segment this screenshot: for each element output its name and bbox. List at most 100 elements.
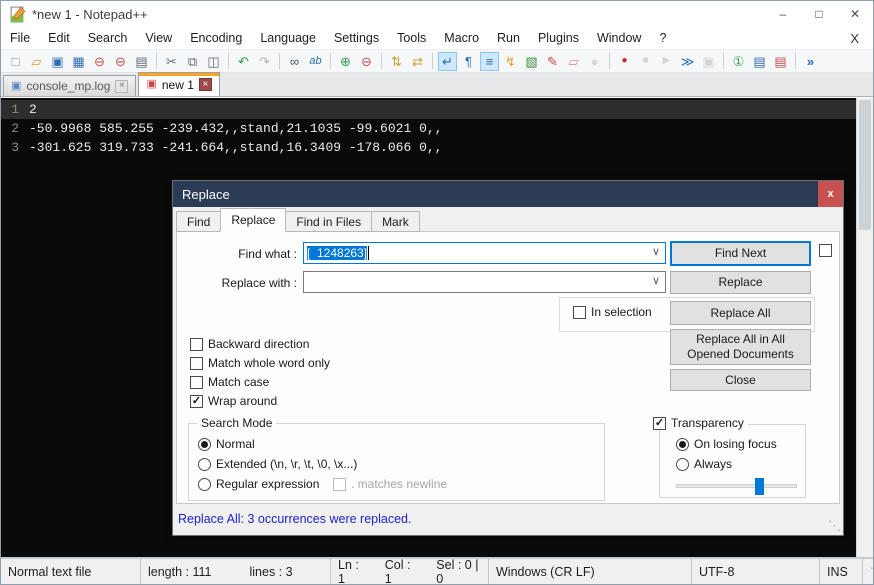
dialog-close-action-button[interactable]: Close <box>670 369 811 391</box>
dialog-status-message: Replace All: 3 occurrences were replaced… <box>178 512 411 526</box>
close-file-icon[interactable]: ⊖ <box>90 52 109 71</box>
window-resize-grip[interactable]: ⋱ <box>863 559 874 584</box>
minimize-button[interactable]: – <box>765 1 801 27</box>
replace-button[interactable]: Replace <box>670 271 811 294</box>
match-case-checkbox[interactable]: Match case <box>190 375 269 389</box>
copy-icon[interactable]: ⧉ <box>183 52 202 71</box>
combo-dropdown-icon[interactable]: ∨ <box>652 274 660 287</box>
find-next-button[interactable]: Find Next <box>670 241 811 266</box>
plugin-button-2-icon[interactable]: ▤ <box>750 52 769 71</box>
menu-search[interactable]: Search <box>79 29 137 47</box>
checkbox-check-icon: ✓ <box>653 417 666 430</box>
notepad-window: *new 1 - Notepad++ – □ ✕ File Edit Searc… <box>0 0 874 585</box>
checkbox-box <box>333 478 346 491</box>
cut-icon[interactable]: ✂ <box>162 52 181 71</box>
close-button[interactable]: ✕ <box>837 1 873 27</box>
paste-icon[interactable]: ◫ <box>204 52 223 71</box>
tab-replace[interactable]: Replace <box>220 208 286 232</box>
function-list-icon[interactable]: ✎ <box>543 52 562 71</box>
print-icon[interactable]: ▤ <box>132 52 151 71</box>
in-selection-checkbox[interactable]: In selection <box>573 305 652 319</box>
document-map-icon[interactable]: ▧ <box>522 52 541 71</box>
show-all-characters-icon[interactable]: ¶ <box>459 52 478 71</box>
menu-help[interactable]: ? <box>650 29 675 47</box>
editor-vertical-scrollbar[interactable] <box>856 98 873 557</box>
replace-all-open-docs-button[interactable]: Replace All in All Opened Documents <box>670 329 811 365</box>
search-mode-regex-radio[interactable]: Regular expression <box>198 477 319 491</box>
scrollbar-thumb[interactable] <box>859 100 871 230</box>
menu-window[interactable]: Window <box>588 29 650 47</box>
zoom-out-icon[interactable]: ⊖ <box>357 52 376 71</box>
sync-horizontal-icon[interactable]: ⇄ <box>408 52 427 71</box>
menu-run[interactable]: Run <box>488 29 529 47</box>
document-close-x[interactable]: X <box>850 31 859 46</box>
menu-file[interactable]: File <box>1 29 39 47</box>
status-eol-format[interactable]: Windows (CR LF) <box>489 559 692 584</box>
record-macro-icon[interactable]: ● <box>615 52 634 71</box>
document-monitor-icon[interactable]: ● <box>585 52 604 71</box>
tab-find-in-files[interactable]: Find in Files <box>285 211 372 232</box>
menu-settings[interactable]: Settings <box>325 29 388 47</box>
maximize-button[interactable]: □ <box>801 1 837 27</box>
transparency-slider[interactable] <box>676 484 797 488</box>
status-lines: lines : 3 <box>249 565 292 579</box>
tab-console-mp-log[interactable]: ▣ console_mp.log × <box>3 75 136 96</box>
indent-guide-icon[interactable]: ≡ <box>480 52 499 71</box>
status-typing-mode[interactable]: INS <box>820 559 863 584</box>
status-encoding[interactable]: UTF-8 <box>692 559 820 584</box>
dialog-resize-grip[interactable]: ⋱ <box>828 518 841 534</box>
word-wrap-icon[interactable]: ↵ <box>438 52 457 71</box>
tab-find[interactable]: Find <box>176 211 221 232</box>
run-macro-multiple-icon[interactable]: ≫ <box>678 52 697 71</box>
find-next-side-checkbox[interactable] <box>819 244 832 257</box>
undo-icon[interactable]: ↶ <box>234 52 253 71</box>
always-radio[interactable]: Always <box>676 457 732 471</box>
menu-macro[interactable]: Macro <box>435 29 488 47</box>
zoom-in-icon[interactable]: ⊕ <box>336 52 355 71</box>
dialog-close-button[interactable]: x <box>818 181 843 207</box>
checkbox-box <box>190 338 203 351</box>
folder-as-workspace-icon[interactable]: ▱ <box>564 52 583 71</box>
menu-encoding[interactable]: Encoding <box>181 29 251 47</box>
save-icon[interactable]: ▣ <box>48 52 67 71</box>
search-mode-normal-radio[interactable]: Normal <box>198 437 255 451</box>
wrap-around-checkbox[interactable]: ✓ Wrap around <box>190 394 277 408</box>
backward-direction-checkbox[interactable]: Backward direction <box>190 337 309 351</box>
open-file-icon[interactable]: ▱ <box>27 52 46 71</box>
close-all-icon[interactable]: ⊖ <box>111 52 130 71</box>
tab-new-1[interactable]: ▣ new 1 × <box>138 72 219 96</box>
replace-icon[interactable]: ab <box>306 52 325 71</box>
menu-edit[interactable]: Edit <box>39 29 79 47</box>
toolbar-separator <box>723 53 724 69</box>
replace-with-input[interactable]: ∨ <box>303 271 666 293</box>
stop-macro-icon[interactable]: ■ <box>636 52 655 71</box>
menu-plugins[interactable]: Plugins <box>529 29 588 47</box>
matches-newline-checkbox[interactable]: . matches newline <box>333 477 447 491</box>
plugin-button-1-icon[interactable]: ① <box>729 52 748 71</box>
plugin-button-3-icon[interactable]: ▤ <box>771 52 790 71</box>
toolbar-overflow-icon[interactable]: » <box>801 52 820 71</box>
tab-close-icon[interactable]: × <box>115 80 128 93</box>
save-macro-icon[interactable]: ▣ <box>699 52 718 71</box>
find-icon[interactable]: ∞ <box>285 52 304 71</box>
tab-mark[interactable]: Mark <box>371 211 420 232</box>
shortcut-mapper-icon[interactable]: ↯ <box>501 52 520 71</box>
find-what-input[interactable]: [ 1248263] ∨ <box>303 242 666 264</box>
transparency-slider-thumb[interactable] <box>755 478 764 495</box>
search-mode-extended-radio[interactable]: Extended (\n, \r, \t, \0, \x...) <box>198 457 357 471</box>
new-file-icon[interactable]: □ <box>6 52 25 71</box>
menu-language[interactable]: Language <box>251 29 325 47</box>
editor-line: 2 -50.9968 585.255 -239.432,,stand,21.10… <box>1 119 856 138</box>
match-whole-word-checkbox[interactable]: Match whole word only <box>190 356 330 370</box>
transparency-checkbox[interactable]: ✓ Transparency <box>653 416 748 430</box>
combo-dropdown-icon[interactable]: ∨ <box>652 245 660 258</box>
playback-macro-icon[interactable]: ▶ <box>657 52 676 71</box>
tab-close-icon[interactable]: × <box>199 78 212 91</box>
redo-icon[interactable]: ↷ <box>255 52 274 71</box>
on-losing-focus-radio[interactable]: On losing focus <box>676 437 777 451</box>
menu-view[interactable]: View <box>136 29 181 47</box>
sync-vertical-icon[interactable]: ⇅ <box>387 52 406 71</box>
menu-tools[interactable]: Tools <box>388 29 435 47</box>
replace-all-button[interactable]: Replace All <box>670 301 811 325</box>
save-all-icon[interactable]: ▦ <box>69 52 88 71</box>
